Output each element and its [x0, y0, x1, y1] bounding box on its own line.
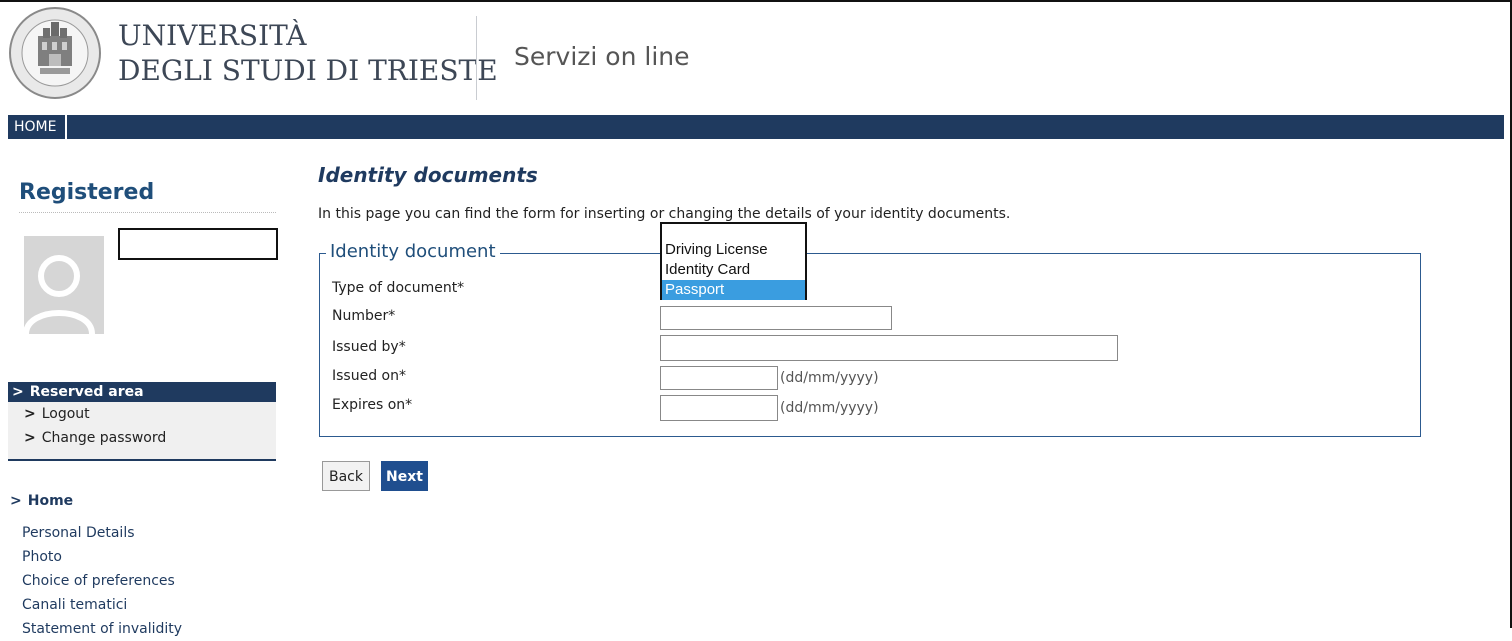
number-label: Number*: [332, 308, 396, 324]
sidebar-title: Registered: [19, 180, 155, 205]
top-navbar: HOME: [8, 115, 1504, 139]
sidebar-item-statement-of-invalidity[interactable]: Statement of invalidity: [22, 617, 182, 641]
issued-on-field[interactable]: [660, 366, 778, 390]
page-title: Identity documents: [318, 163, 538, 187]
services-title: Servizi on line: [514, 42, 690, 71]
nav-home-link[interactable]: HOME: [8, 115, 68, 139]
issued-on-format-hint: (dd/mm/yyyy): [780, 370, 879, 386]
reserved-area-header[interactable]: > Reserved area: [8, 382, 276, 402]
sidebar-item-canali-tematici[interactable]: Canali tematici: [22, 593, 182, 617]
logout-label: Logout: [41, 406, 90, 422]
option-passport[interactable]: Passport: [662, 280, 805, 300]
chevron-right-icon: >: [24, 406, 36, 422]
expires-on-format-hint: (dd/mm/yyyy): [780, 400, 879, 416]
sidebar-item-choice-of-preferences[interactable]: Choice of preferences: [22, 569, 182, 593]
type-of-document-label: Type of document*: [332, 280, 465, 296]
sidebar-home-label: Home: [27, 493, 74, 509]
user-name-box: [118, 228, 278, 260]
sidebar-home-link[interactable]: > Home: [10, 493, 73, 509]
chevron-right-icon: >: [10, 493, 22, 509]
sidebar-links: Personal Details Photo Choice of prefere…: [22, 521, 182, 641]
expires-on-field[interactable]: [660, 395, 778, 421]
avatar-placeholder-icon: [24, 236, 104, 334]
window-top-border: [0, 0, 1512, 2]
change-password-label: Change password: [41, 430, 167, 446]
chevron-right-icon: >: [12, 384, 24, 400]
logout-link[interactable]: > Logout: [8, 402, 276, 426]
reserved-area-title: Reserved area: [29, 384, 144, 400]
fieldset-legend: Identity document: [326, 241, 500, 262]
issued-on-label: Issued on*: [332, 368, 406, 384]
number-field[interactable]: [660, 306, 892, 330]
next-button[interactable]: Next: [381, 461, 428, 491]
reserved-area-menu: > Reserved area > Logout > Change password: [8, 382, 276, 461]
back-button[interactable]: Back: [322, 461, 370, 491]
intro-text: In this page you can find the form for i…: [318, 206, 1011, 222]
university-name-line2: DEGLI STUDI DI TRIESTE: [118, 54, 498, 87]
header-divider: [476, 16, 477, 100]
chevron-right-icon: >: [24, 430, 36, 446]
university-seal-logo: [8, 6, 102, 100]
university-name: UNIVERSITÀ DEGLI STUDI DI TRIESTE: [118, 18, 498, 88]
sidebar-divider: [19, 212, 276, 213]
expires-on-label: Expires on*: [332, 397, 413, 413]
option-driving-license[interactable]: Driving License: [662, 240, 805, 260]
dropdown-blank-option[interactable]: [662, 224, 805, 240]
document-type-dropdown[interactable]: Driving License Identity Card Passport: [660, 222, 807, 300]
sidebar-item-personal-details[interactable]: Personal Details: [22, 521, 182, 545]
university-name-line1: UNIVERSITÀ: [118, 19, 307, 52]
issued-by-label: Issued by*: [332, 339, 406, 355]
avatar: [24, 236, 104, 334]
issued-by-field[interactable]: [660, 335, 1118, 361]
option-identity-card[interactable]: Identity Card: [662, 260, 805, 280]
change-password-link[interactable]: > Change password: [8, 426, 276, 450]
sidebar-item-photo[interactable]: Photo: [22, 545, 182, 569]
